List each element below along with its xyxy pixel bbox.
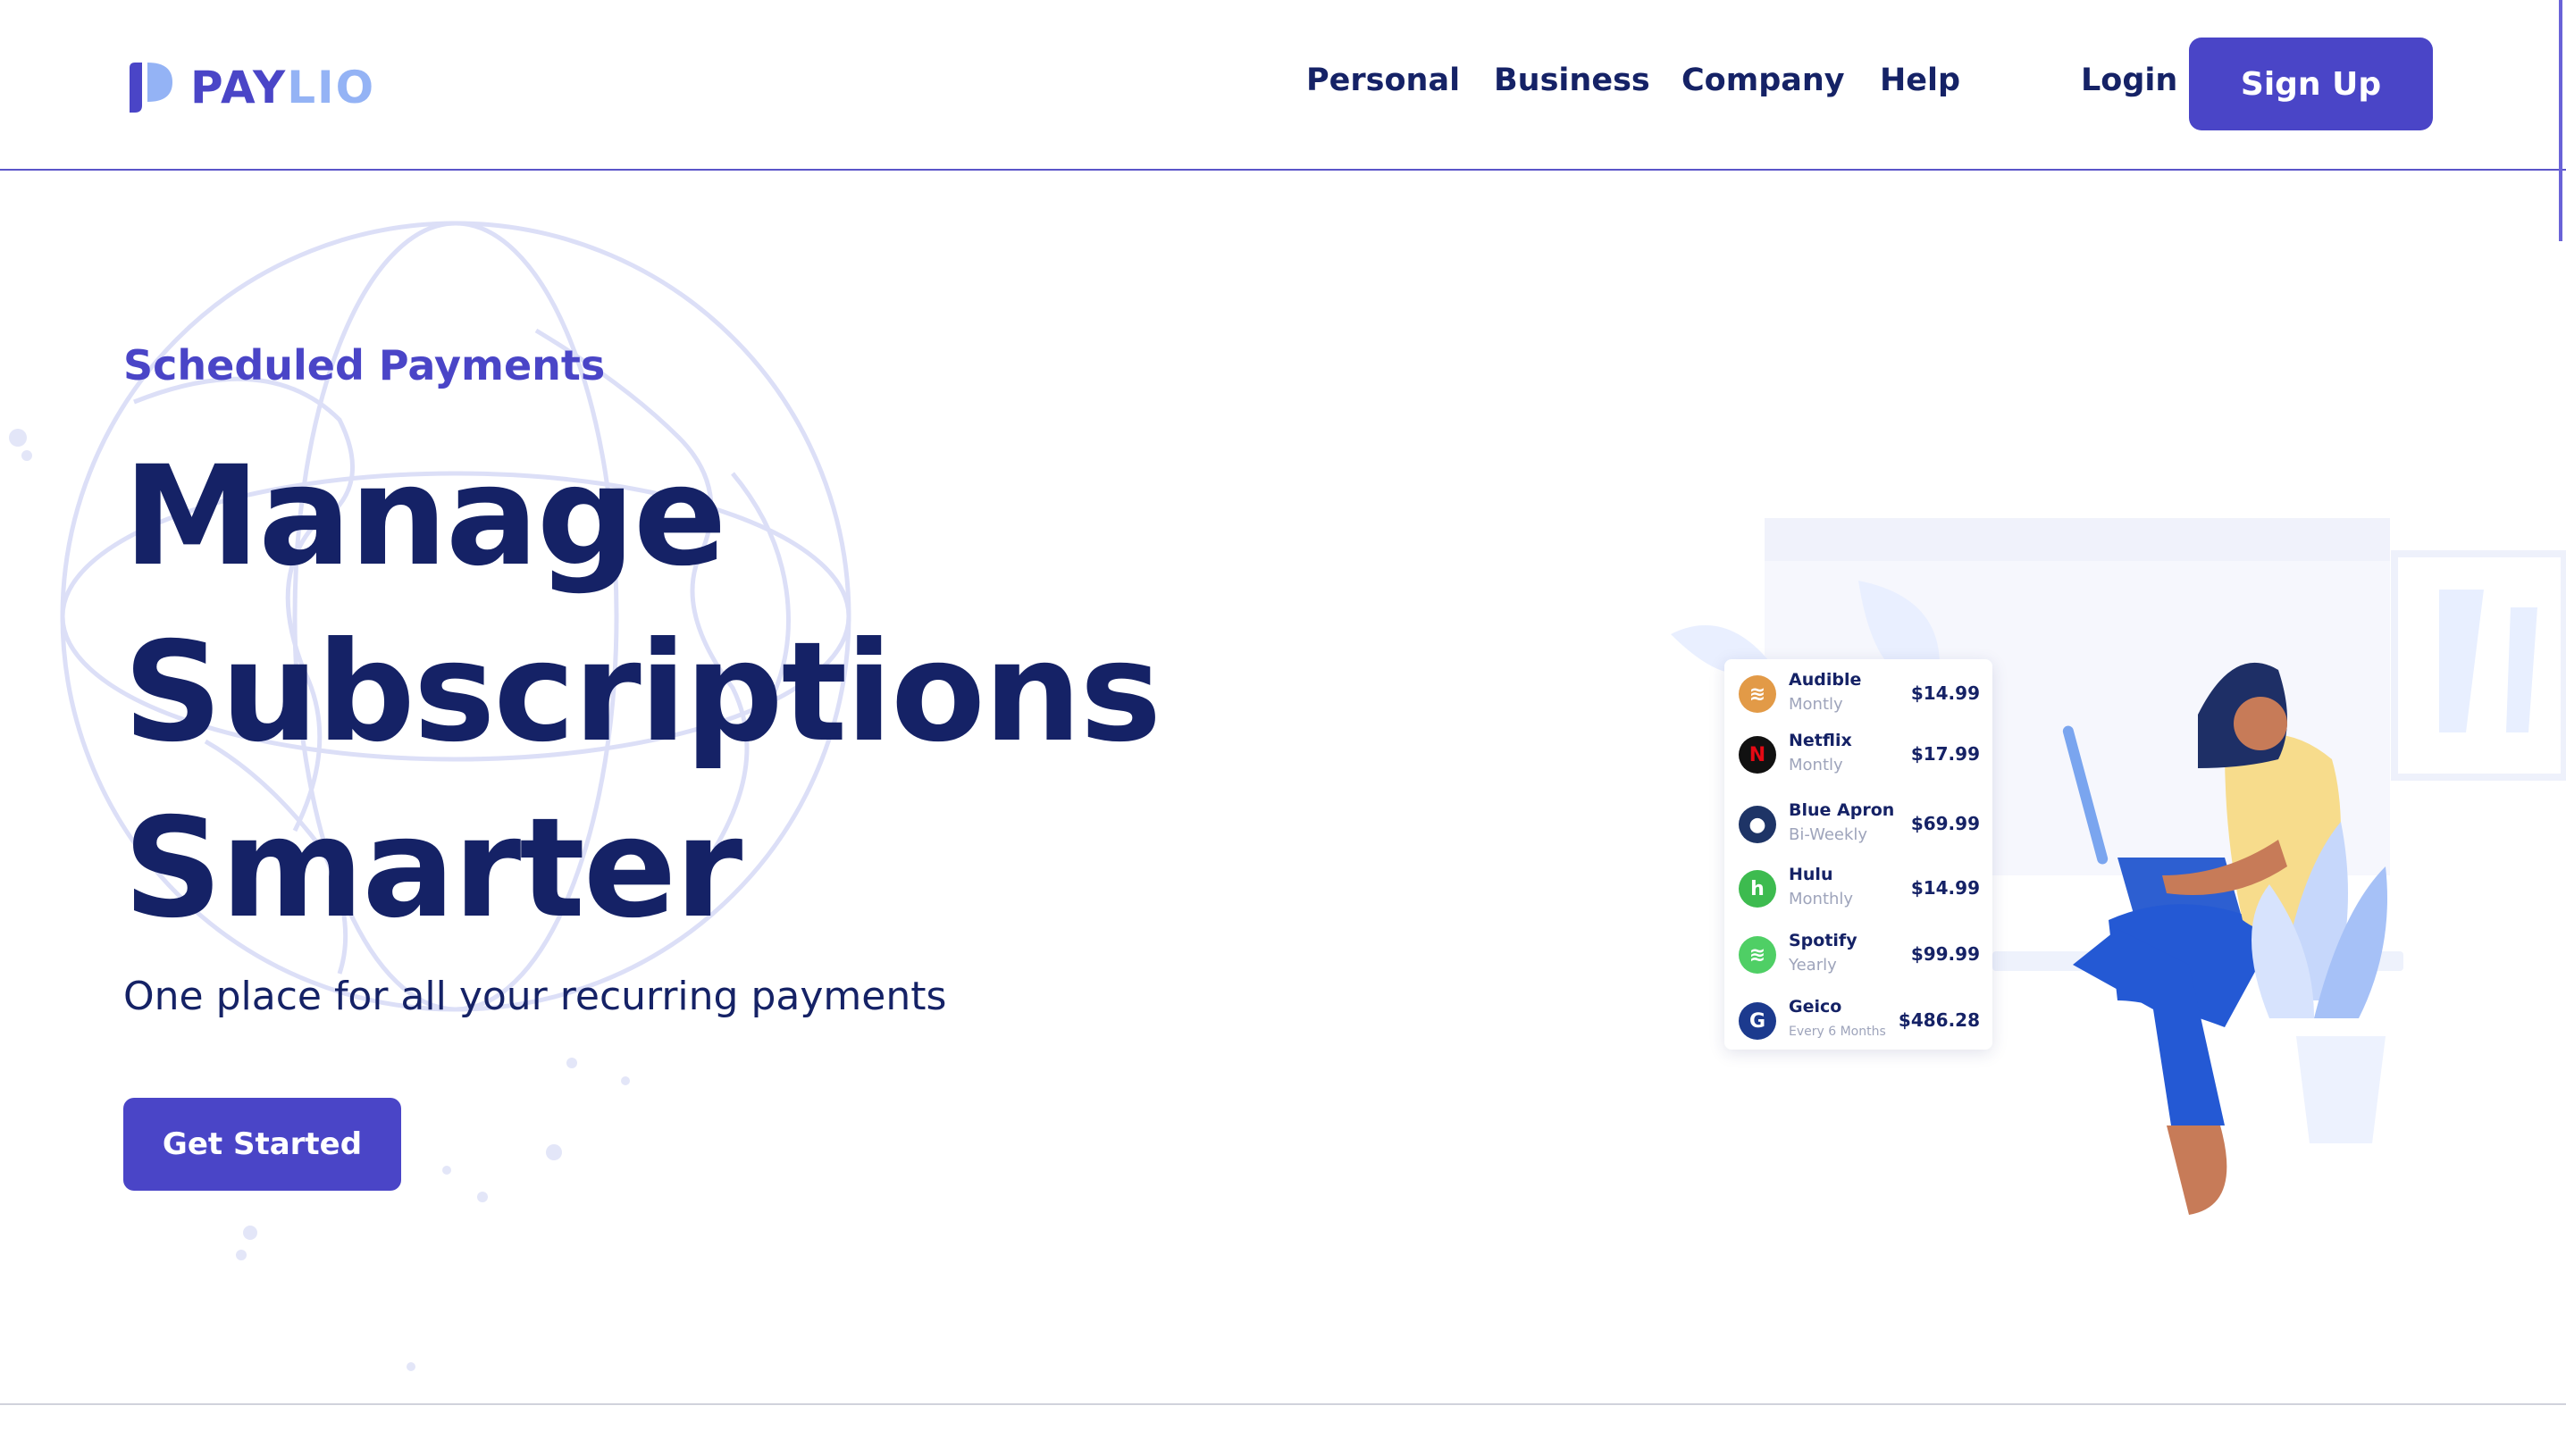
- logo-text-lio: LIO: [287, 62, 376, 113]
- geico-icon: G: [1739, 1002, 1776, 1040]
- subscription-name: Geico: [1789, 997, 1842, 1017]
- subscription-price: $14.99: [1910, 682, 1980, 704]
- subscription-name: Hulu: [1789, 865, 1833, 884]
- subscription-price: $14.99: [1910, 877, 1980, 899]
- subscription-frequency: Every 6 Months: [1789, 1025, 1886, 1039]
- logo-wordmark: PAYLIO: [190, 62, 375, 113]
- subscription-name: Blue Apron: [1789, 800, 1895, 820]
- subscription-price: $69.99: [1910, 813, 1980, 834]
- subscription-name: Spotify: [1789, 931, 1857, 950]
- nav-help[interactable]: Help: [1880, 63, 1960, 98]
- logo-text-pay: PAY: [190, 62, 288, 113]
- subscription-frequency: Monthly: [1789, 890, 1854, 908]
- subscription-price: $486.28: [1898, 1009, 1980, 1031]
- section-divider: [0, 1403, 2566, 1405]
- hero-eyebrow: Scheduled Payments: [123, 341, 606, 389]
- hero-subhead: One place for all your recurring payment…: [123, 974, 947, 1019]
- subscriptions-card: ≋ Audible Montly $14.99 N Netflix Montly…: [1724, 659, 1992, 1050]
- subscription-name: Netflix: [1789, 731, 1852, 750]
- subscription-frequency: Montly: [1789, 756, 1843, 774]
- subscription-frequency: Montly: [1789, 695, 1843, 714]
- get-started-button[interactable]: Get Started: [123, 1098, 401, 1191]
- netflix-icon: N: [1739, 736, 1776, 774]
- site-header: PAYLIO Personal Business Company Help Lo…: [0, 0, 2566, 171]
- paylio-logo[interactable]: PAYLIO: [128, 61, 375, 114]
- paylio-logo-icon: [130, 63, 172, 113]
- nav-company[interactable]: Company: [1681, 63, 1845, 98]
- signup-button[interactable]: Sign Up: [2189, 38, 2433, 130]
- subscription-frequency: Yearly: [1789, 956, 1837, 975]
- subscription-row-audible[interactable]: ≋ Audible Montly $14.99: [1724, 665, 1992, 718]
- nav-personal[interactable]: Personal: [1306, 63, 1460, 98]
- headline-line-1: Manage: [123, 437, 726, 597]
- blue-apron-icon: ●: [1739, 806, 1776, 843]
- audible-icon: ≋: [1739, 675, 1776, 713]
- nav-login[interactable]: Login: [2081, 63, 2177, 98]
- subscription-frequency: Bi-Weekly: [1789, 825, 1868, 844]
- subscription-name: Audible: [1789, 670, 1862, 690]
- subscription-row-hulu[interactable]: h Hulu Monthly $14.99: [1724, 859, 1992, 913]
- spotify-icon: ≋: [1739, 936, 1776, 974]
- headline-line-3: Smarter: [123, 789, 742, 949]
- scrollbar-edge: [2559, 0, 2562, 241]
- hero-headline: Manage Subscriptions Smarter: [123, 429, 1161, 957]
- nav-business[interactable]: Business: [1494, 63, 1650, 98]
- subscription-row-spotify[interactable]: ≋ Spotify Yearly $99.99: [1724, 925, 1992, 979]
- subscription-row-blue-apron[interactable]: ● Blue Apron Bi-Weekly $69.99: [1724, 795, 1992, 849]
- subscription-price: $17.99: [1910, 743, 1980, 765]
- headline-line-2: Subscriptions: [123, 613, 1161, 773]
- subscription-price: $99.99: [1910, 943, 1980, 965]
- hulu-icon: h: [1739, 870, 1776, 908]
- subscription-row-geico[interactable]: G Geico Every 6 Months $486.28: [1724, 992, 1992, 1045]
- subscription-row-netflix[interactable]: N Netflix Montly $17.99: [1724, 725, 1992, 779]
